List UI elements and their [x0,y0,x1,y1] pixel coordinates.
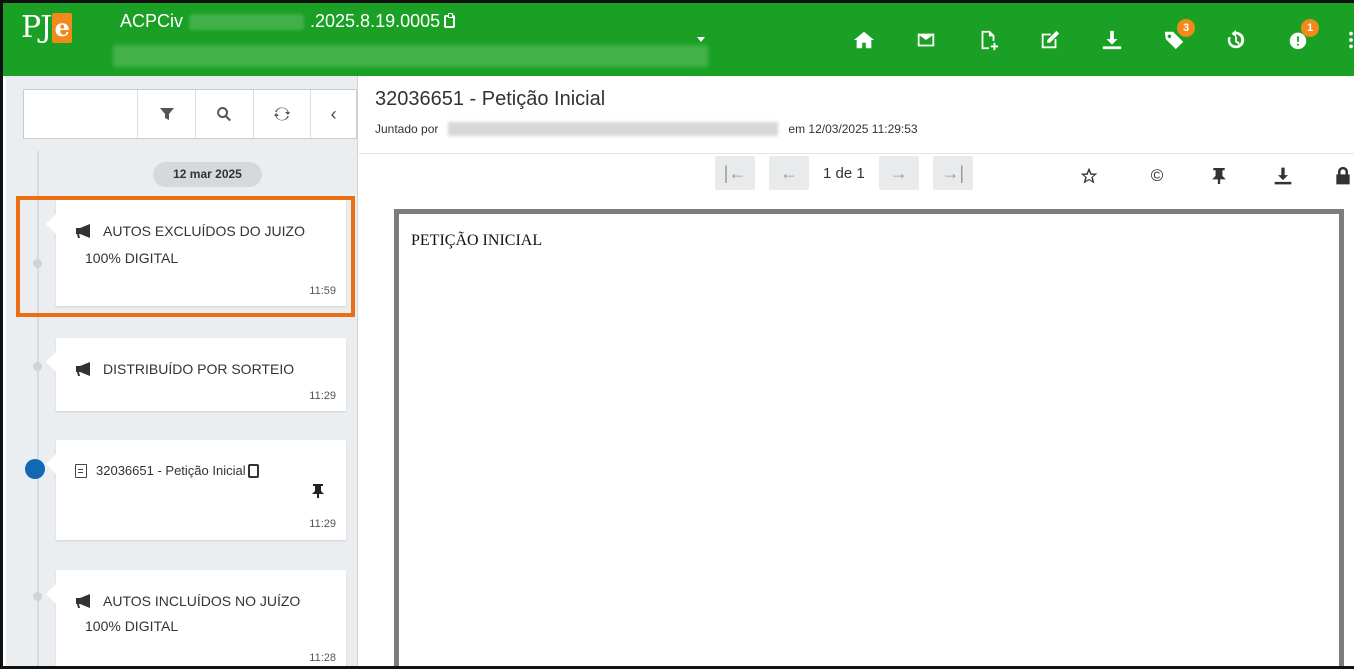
tags-badge: 3 [1177,18,1195,37]
timeline-event[interactable]: 32036651 - Petição Inicial 11:29 [46,440,346,540]
filter-icon[interactable] [138,90,196,138]
event-title: AUTOS EXCLUÍDOS DO JUIZO [103,223,305,239]
sidebar-toolbar: ‹ [23,89,357,139]
document-meta: Juntado por em 12/03/2025 11:29:53 [375,122,918,136]
edit-icon[interactable] [1035,25,1065,55]
pin-icon[interactable] [312,484,324,501]
download-icon[interactable] [1269,162,1297,190]
last-page-button[interactable]: →| [932,156,973,190]
timeline-dot [33,259,42,268]
more-menu-icon[interactable] [1345,25,1354,55]
date-chip: 12 mar 2025 [153,162,262,187]
timeline-dot [33,592,42,601]
event-time: 11:29 [309,390,336,402]
copy-icon[interactable] [444,13,456,28]
timeline-sidebar: ‹ 12 mar 2025 AUTOS EXCLUÍDOS DO JUIZO 1… [6,76,358,666]
alerts-icon[interactable]: 1 [1283,18,1319,55]
new-document-icon[interactable] [973,25,1003,55]
pager: |← ← 1 de 1 → →| [715,156,987,190]
home-icon[interactable] [849,25,879,55]
star-icon[interactable] [1075,162,1103,190]
prev-page-button[interactable]: ← [769,156,809,190]
timeline-search-input[interactable] [24,90,139,138]
event-subtitle: 100% DIGITAL [85,618,179,634]
refresh-icon[interactable] [254,90,312,138]
document-title: 32036651 - Petição Inicial [375,88,606,110]
page-indicator: 1 de 1 [823,164,865,182]
mail-icon[interactable] [911,25,941,55]
document-heading: PETIÇÃO INICIAL [411,232,543,249]
joined-date: em 12/03/2025 11:29:53 [788,122,918,136]
lock-icon[interactable] [1333,162,1353,190]
joined-by-label: Juntado por [375,122,439,136]
event-row: DISTRIBUÍDO POR SORTEIO [75,361,294,377]
copyright-icon[interactable]: © [1143,162,1171,190]
event-time: 11:59 [309,285,336,297]
timeline-event[interactable]: DISTRIBUÍDO POR SORTEIO 11:29 [46,338,346,411]
history-icon[interactable] [1221,25,1251,55]
clipboard-icon[interactable] [247,463,259,478]
collapse-sidebar-icon[interactable]: ‹ [311,90,356,138]
top-toolbar: 3 1 [849,3,1354,76]
first-page-button[interactable]: |← [715,156,755,190]
next-page-button[interactable]: → [878,156,919,190]
event-row: AUTOS INCLUÍDOS NO JUÍZO [75,593,300,609]
download-icon[interactable] [1097,25,1127,55]
redacted-process-number [189,13,305,30]
event-subtitle: 100% DIGITAL [85,250,179,266]
process-class: ACPCiv [120,11,184,31]
document-viewer[interactable]: PETIÇÃO INICIAL [394,209,1344,666]
logo-e: e [52,13,73,43]
redacted-parties [113,45,708,67]
process-title[interactable]: ACPCiv .2025.8.19.0005 [120,11,456,32]
redacted-author [448,122,779,136]
event-title: AUTOS INCLUÍDOS NO JUÍZO [103,593,301,609]
top-bar: PJ e ACPCiv .2025.8.19.0005 3 1 [3,3,1354,76]
document-icon [75,463,87,478]
event-title: 32036651 - Petição Inicial [96,463,246,478]
pje-logo[interactable]: PJ e [21,9,73,49]
app-frame: PJ e ACPCiv .2025.8.19.0005 3 1 ‹ 12 mar… [0,0,1354,669]
divider [359,153,1354,154]
timeline-dot [33,362,42,371]
event-row: 32036651 - Petição Inicial [75,463,259,478]
alerts-badge: 1 [1301,18,1319,37]
timeline-event[interactable]: AUTOS EXCLUÍDOS DO JUIZO 100% DIGITAL 11… [46,200,346,306]
search-icon[interactable] [196,90,254,138]
chevron-down-icon[interactable] [697,37,705,42]
event-title: DISTRIBUÍDO POR SORTEIO [103,361,295,377]
event-row: AUTOS EXCLUÍDOS DO JUIZO [75,223,305,239]
event-time: 11:29 [309,518,336,530]
process-number: .2025.8.19.0005 [310,11,441,31]
megaphone-icon [75,362,93,376]
event-time: 11:28 [309,652,336,664]
megaphone-icon [75,224,93,238]
pin-icon[interactable] [1205,162,1233,190]
megaphone-icon [75,594,93,608]
tags-icon[interactable]: 3 [1159,18,1195,55]
timeline-event[interactable]: AUTOS INCLUÍDOS NO JUÍZO 100% DIGITAL 11… [46,570,346,666]
timeline-dot-active [25,459,45,479]
logo-text: PJ [21,10,52,45]
document-panel: 32036651 - Petição Inicial Juntado por e… [359,76,1354,666]
